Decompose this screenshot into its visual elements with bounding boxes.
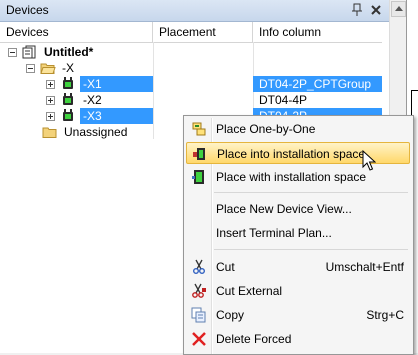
menu-label: Place with installation space bbox=[216, 170, 367, 184]
collapse-toggle[interactable] bbox=[8, 48, 17, 57]
device-label: -X2 bbox=[83, 93, 102, 107]
column-header: Devices Placement Info column bbox=[0, 22, 382, 43]
place-with-space-icon bbox=[191, 169, 207, 185]
menu-label: Delete Forced bbox=[216, 332, 292, 346]
column-info[interactable]: Info column bbox=[253, 22, 382, 42]
menu-item-place-with-space[interactable]: Place with installation space bbox=[186, 166, 410, 188]
folder-icon bbox=[42, 125, 58, 139]
column-placement[interactable]: Placement bbox=[153, 22, 253, 42]
terminal-strip-icon bbox=[60, 77, 76, 91]
delete-x-icon bbox=[191, 331, 207, 347]
scissors-icon bbox=[191, 259, 207, 275]
close-icon[interactable] bbox=[369, 2, 383, 18]
terminal-strip-icon bbox=[60, 109, 76, 123]
tree-row-device[interactable]: -X1 DT04-2P_CPTGroup bbox=[0, 76, 382, 92]
place-into-space-icon bbox=[192, 146, 208, 162]
scroll-up-button[interactable] bbox=[391, 1, 406, 17]
pin-icon[interactable] bbox=[351, 3, 363, 17]
menu-item-place-into-space[interactable]: Place into installation space bbox=[186, 142, 410, 164]
panel-title: Devices bbox=[6, 3, 49, 17]
menu-label: Place into installation space bbox=[217, 147, 366, 161]
tree-row-device[interactable]: -X2 DT04-4P bbox=[0, 92, 382, 108]
expand-toggle[interactable] bbox=[46, 80, 55, 89]
menu-item-delete-forced[interactable]: Delete Forced bbox=[186, 328, 410, 350]
collapse-toggle[interactable] bbox=[26, 64, 35, 73]
tree-row-root[interactable]: Untitled* bbox=[0, 44, 382, 60]
unassigned-label: Unassigned bbox=[64, 125, 128, 139]
menu-label: Insert Terminal Plan... bbox=[216, 226, 332, 240]
menu-item-place-new-device-view[interactable]: Place New Device View... bbox=[186, 198, 410, 220]
menu-label: Cut bbox=[216, 260, 235, 274]
folder-open-icon bbox=[40, 61, 56, 75]
copy-icon bbox=[191, 307, 207, 323]
panel-titlebar: Devices bbox=[0, 0, 389, 22]
expand-toggle[interactable] bbox=[46, 96, 55, 105]
cut-external-icon bbox=[191, 283, 207, 299]
root-label: Untitled* bbox=[44, 45, 94, 59]
menu-label: Place New Device View... bbox=[216, 202, 352, 216]
device-label: -X3 bbox=[83, 109, 102, 123]
menu-label: Cut External bbox=[216, 284, 283, 298]
place-one-by-one-icon bbox=[191, 121, 207, 137]
menu-label: Place One-by-One bbox=[216, 122, 316, 136]
menu-shortcut: Strg+C bbox=[366, 308, 404, 322]
device-info: DT04-2P_CPTGroup bbox=[259, 77, 372, 91]
context-menu: Place One-by-One Place into installation… bbox=[183, 115, 414, 355]
menu-item-insert-terminal-plan[interactable]: Insert Terminal Plan... bbox=[186, 222, 410, 244]
expand-toggle[interactable] bbox=[46, 112, 55, 121]
menu-item-cut-external[interactable]: Cut External bbox=[186, 280, 410, 302]
menu-item-copy[interactable]: Copy Strg+C bbox=[186, 304, 410, 326]
menu-item-place-one-by-one[interactable]: Place One-by-One bbox=[186, 118, 410, 140]
project-icon bbox=[22, 45, 38, 59]
menu-item-cut[interactable]: Cut Umschalt+Entf bbox=[186, 256, 410, 278]
mouse-cursor-icon bbox=[362, 150, 376, 171]
device-label: -X1 bbox=[83, 77, 102, 91]
terminal-strip-icon bbox=[60, 93, 76, 107]
tree-row-folder[interactable]: -X bbox=[0, 60, 382, 76]
menu-label: Copy bbox=[216, 308, 245, 322]
column-devices[interactable]: Devices bbox=[0, 22, 153, 42]
menu-shortcut: Umschalt+Entf bbox=[325, 260, 404, 274]
device-info: DT04-4P bbox=[259, 93, 308, 107]
folder-label: -X bbox=[62, 61, 74, 75]
